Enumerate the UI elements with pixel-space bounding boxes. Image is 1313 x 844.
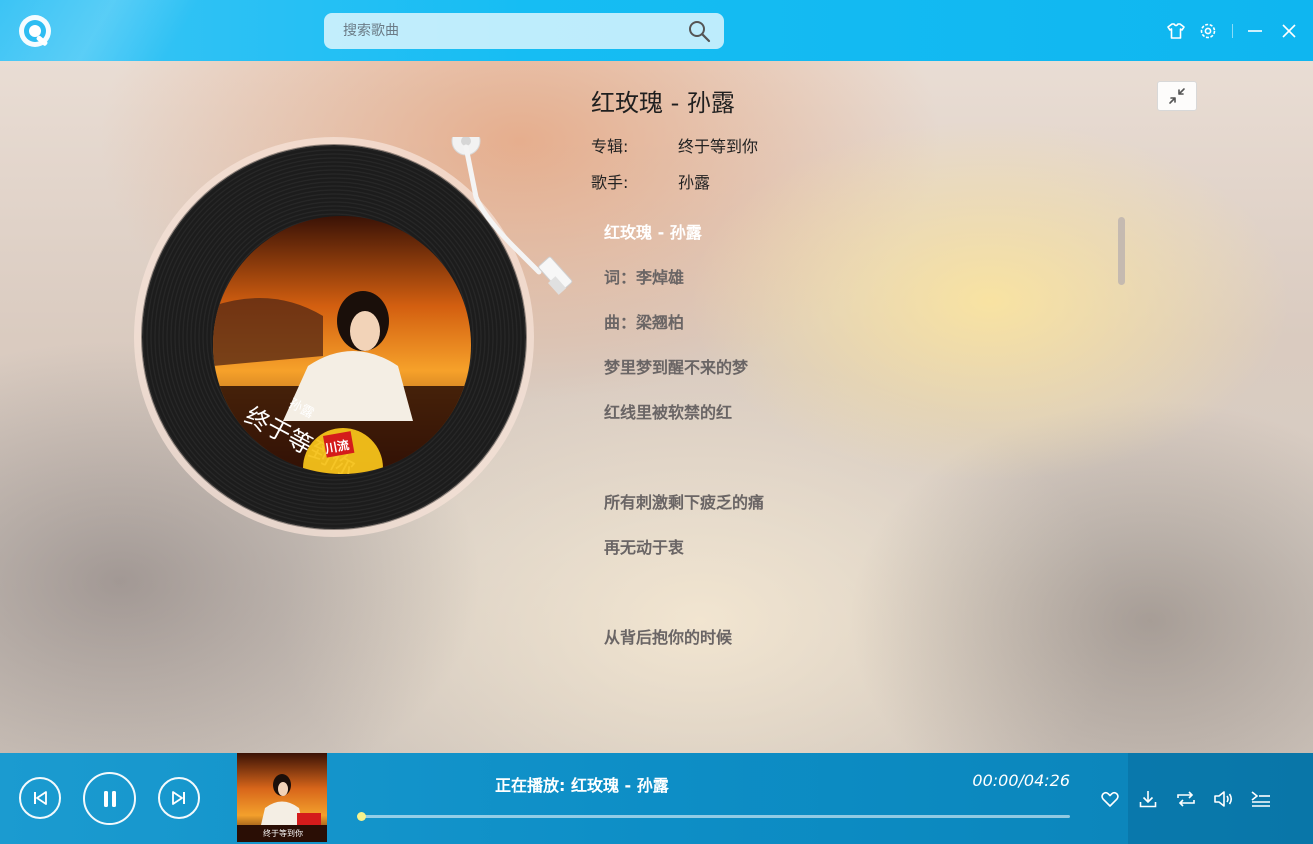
progress-bar[interactable] — [357, 812, 1070, 821]
music-player-window: 终于等到你 孙露 川流 红玫瑰 - 孙露 专辑: 终于等到你 — [0, 0, 1313, 844]
player-bar: 终于等到你 正在播放: 红玫瑰 - 孙露 00:00/04:26 — [0, 753, 1313, 844]
download-icon[interactable] — [1137, 788, 1159, 810]
pause-button[interactable] — [83, 772, 136, 825]
album-row: 专辑: 终于等到你 — [591, 133, 758, 157]
previous-icon — [34, 791, 47, 805]
minimize-icon[interactable] — [1245, 21, 1265, 41]
collapse-player-button[interactable] — [1157, 81, 1197, 111]
album-thumbnail[interactable]: 终于等到你 — [237, 753, 327, 842]
progress-knob[interactable] — [357, 812, 366, 821]
close-icon[interactable] — [1279, 21, 1299, 41]
lyric-line-current: 红玫瑰 - 孙露 — [604, 223, 702, 242]
search-input[interactable] — [341, 22, 665, 40]
lyric-line: 所有刺激剩下疲乏的痛 — [604, 493, 765, 512]
album-label: 专辑: — [591, 137, 629, 156]
lyric-line: 曲：梁翘柏 — [604, 313, 685, 332]
lyric-line: 再无动于衷 — [604, 538, 685, 557]
now-playing-text: 正在播放: 红玫瑰 - 孙露 — [495, 776, 669, 795]
volume-icon[interactable] — [1213, 788, 1235, 810]
tonearm — [451, 137, 573, 295]
window-controls — [1166, 0, 1313, 61]
title-bar-divider — [1232, 23, 1233, 38]
lyric-line: 梦里梦到醒不来的梦 — [604, 358, 749, 377]
app-logo-icon[interactable] — [17, 13, 53, 49]
collapse-arrows-icon — [1169, 88, 1185, 104]
next-button[interactable] — [158, 777, 200, 819]
singer-row: 歌手: 孙露 — [591, 169, 710, 193]
singer-name[interactable]: 孙露 — [678, 173, 710, 192]
lyrics-panel[interactable]: 红玫瑰 - 孙露 词：李焯雄 曲：梁翘柏 梦里梦到醒不来的梦 红线里被软禁的红 … — [604, 216, 1104, 696]
skin-shirt-icon[interactable] — [1166, 21, 1186, 41]
previous-button[interactable] — [19, 777, 61, 819]
vinyl-record: 终于等到你 孙露 川流 — [134, 137, 573, 537]
album-cover: 终于等到你 孙露 川流 — [213, 216, 471, 474]
lyric-line: 从背后抱你的时候 — [604, 628, 733, 647]
next-icon — [172, 791, 185, 805]
repeat-icon[interactable] — [1175, 788, 1197, 810]
now-playing-panel: 终于等到你 孙露 川流 红玫瑰 - 孙露 专辑: 终于等到你 歌手: 孙露 红玫… — [0, 61, 1313, 753]
thumbnail-title: 终于等到你 — [263, 828, 303, 838]
heart-icon[interactable] — [1099, 788, 1121, 810]
gear-icon[interactable] — [1198, 21, 1218, 41]
album-name[interactable]: 终于等到你 — [678, 137, 758, 156]
search-bar — [324, 13, 724, 49]
playlist-icon[interactable] — [1250, 788, 1272, 810]
lyric-line: 红线里被软禁的红 — [604, 403, 733, 422]
playback-time: 00:00/04:26 — [972, 771, 1070, 790]
search-icon[interactable] — [687, 19, 711, 43]
lyric-line: 词：李焯雄 — [604, 268, 685, 287]
lyrics-scrollbar[interactable] — [1118, 217, 1125, 285]
song-title: 红玫瑰 - 孙露 — [591, 89, 735, 117]
singer-label: 歌手: — [591, 173, 629, 192]
pause-icon — [103, 790, 116, 807]
title-bar — [0, 0, 1313, 61]
